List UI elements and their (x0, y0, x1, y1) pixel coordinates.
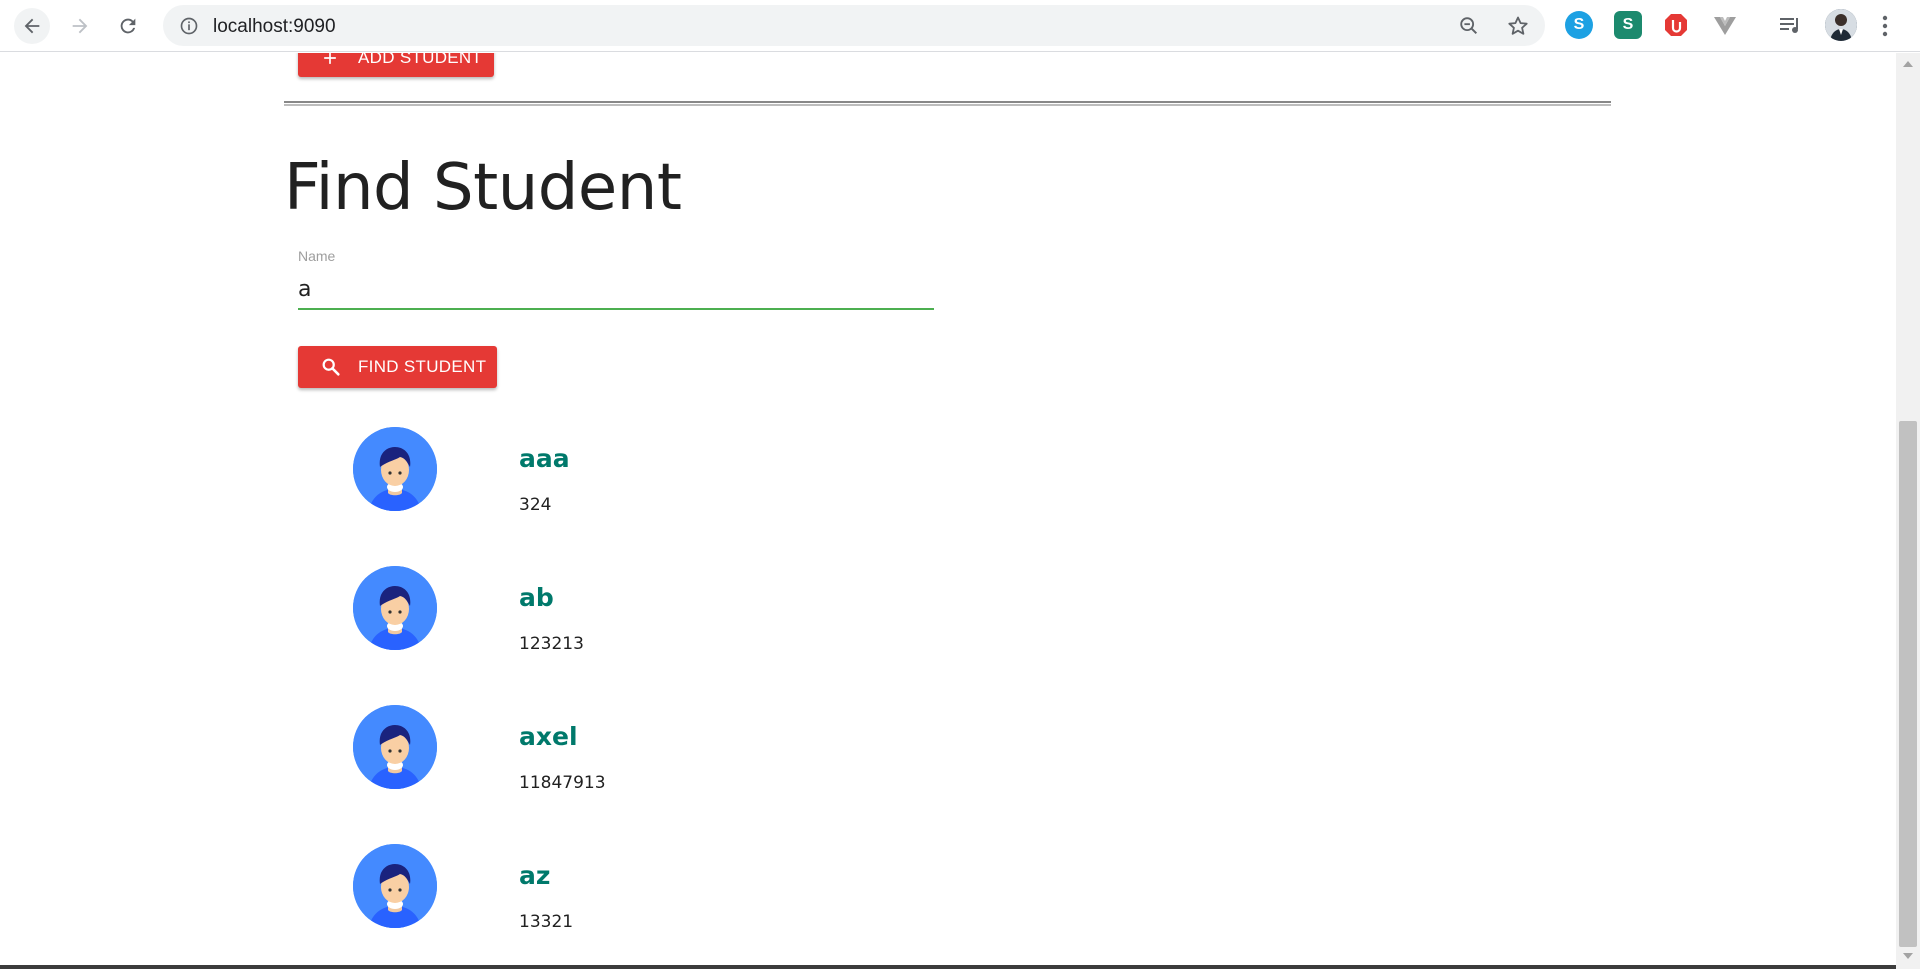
avatar (353, 427, 437, 511)
student-avatar-icon (353, 705, 437, 789)
reload-button[interactable] (110, 8, 146, 44)
info-icon[interactable] (179, 16, 199, 36)
plus-icon (324, 53, 336, 64)
add-student-label: ADD STUDENT (358, 53, 483, 67)
s-extension-icon[interactable]: S (1614, 11, 1642, 39)
scrollbar-thumb[interactable] (1899, 421, 1917, 947)
student-list: aaa 324 ab 123213 axel 11847913 az 13321 (298, 427, 1198, 969)
student-avatar-icon (353, 844, 437, 928)
list-item[interactable]: ab 123213 (298, 566, 1198, 705)
student-name: axel (519, 722, 578, 751)
student-id: 324 (519, 495, 552, 515)
avatar (353, 566, 437, 650)
avatar (353, 844, 437, 928)
reload-icon (120, 18, 136, 34)
media-queue-icon[interactable] (1776, 11, 1804, 39)
student-id: 13321 (519, 912, 574, 932)
avatar (353, 705, 437, 789)
browser-toolbar: localhost:9090 S S (0, 0, 1920, 52)
section-divider (284, 101, 1611, 106)
student-id: 11847913 (519, 773, 606, 793)
bottom-edge-bar (0, 965, 1896, 969)
url-text[interactable]: localhost:9090 (213, 16, 336, 38)
list-item[interactable]: az 13321 (298, 844, 1198, 969)
name-input[interactable] (298, 270, 934, 310)
address-bar[interactable]: localhost:9090 (163, 5, 1545, 46)
profile-avatar[interactable] (1825, 9, 1857, 41)
list-item[interactable]: aaa 324 (298, 427, 1198, 566)
forward-button[interactable] (62, 8, 98, 44)
adblock-icon[interactable] (1662, 11, 1690, 39)
student-avatar-icon (353, 427, 437, 511)
back-button[interactable] (14, 8, 50, 44)
find-student-button[interactable]: FIND STUDENT (298, 346, 497, 388)
find-student-label: FIND STUDENT (358, 357, 487, 376)
student-avatar-icon (353, 566, 437, 650)
scroll-up-arrow-icon[interactable] (1903, 61, 1913, 67)
name-field-label: Name (298, 248, 336, 264)
page-viewport: ADD STUDENT Find Student Name FIND STUDE… (0, 53, 1896, 969)
student-name: az (519, 861, 551, 890)
zoom-out-icon[interactable] (1458, 15, 1480, 37)
list-item[interactable]: axel 11847913 (298, 705, 1198, 844)
student-id: 123213 (519, 634, 584, 654)
search-icon (322, 358, 340, 376)
bookmark-star-icon[interactable] (1506, 14, 1530, 38)
add-student-button[interactable]: ADD STUDENT (298, 53, 494, 77)
vue-devtools-icon[interactable] (1711, 11, 1739, 39)
arrow-left-icon (24, 18, 40, 34)
page-title: Find Student (284, 151, 682, 225)
vertical-scrollbar[interactable] (1896, 53, 1920, 969)
skype-icon[interactable]: S (1565, 11, 1593, 39)
arrow-right-icon (72, 18, 88, 34)
scroll-down-arrow-icon[interactable] (1903, 953, 1913, 959)
student-name: aaa (519, 444, 570, 473)
student-name: ab (519, 583, 554, 612)
more-vert-icon[interactable] (1876, 14, 1894, 38)
